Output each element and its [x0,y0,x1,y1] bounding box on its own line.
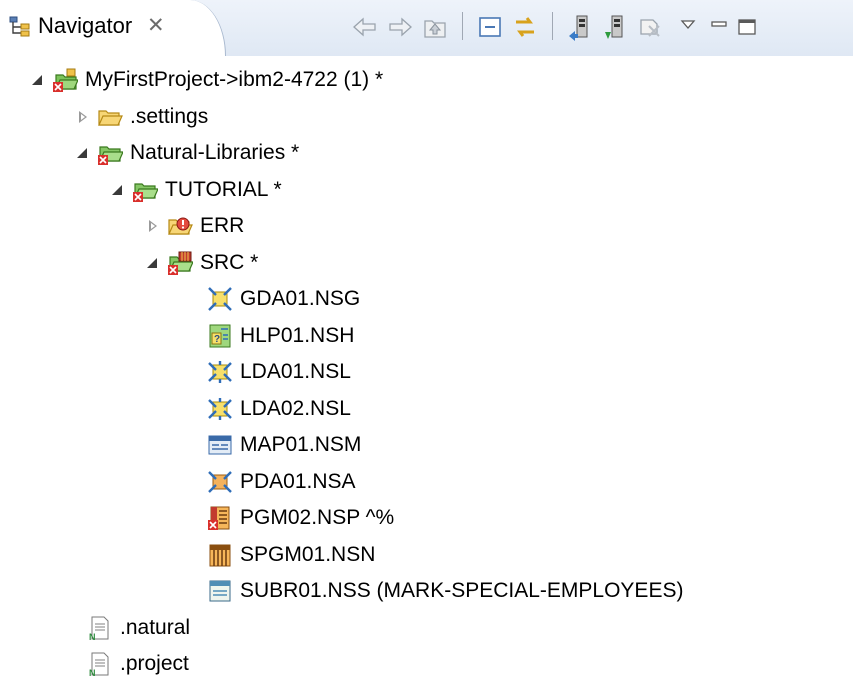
error-folder-icon [167,213,193,239]
toolbar-separator [462,12,463,40]
toolbar-separator [552,12,553,40]
view-title: Navigator [38,13,133,38]
view-menu-icon[interactable] [675,12,705,42]
parameter-data-area-icon [207,469,233,495]
collapse-all-icon[interactable] [475,12,505,42]
tree-item-label: TUTORIAL * [165,177,282,201]
tree-item-label: .project [120,652,189,675]
minimize-icon[interactable] [705,12,735,42]
collapse-toggle-icon[interactable] [75,145,91,161]
tab-navigator[interactable]: Navigator ✕ [0,0,226,56]
tree-item-label: ERR [200,214,245,237]
subroutine-icon [207,578,233,604]
natural-file-icon: N [87,651,113,678]
project-icon [52,67,79,93]
tree-item-label: PGM02.NSP ^% [240,506,395,529]
tree-item-label: SPGM01.NSN [240,542,376,566]
link-with-editor-icon[interactable] [510,12,540,42]
global-data-area-icon [207,286,233,312]
view-tabbar: Navigator ✕ [0,0,853,57]
tree-item-label: MyFirstProject->ibm2-4722 (1) * [85,68,384,91]
navigator-view-icon [8,14,32,38]
forward-icon[interactable] [385,12,415,42]
up-icon[interactable] [420,12,450,42]
expand-toggle-icon[interactable] [145,218,161,234]
collapse-toggle-icon[interactable] [30,72,46,88]
tree-item-label: Natural-Libraries * [130,141,300,164]
collapse-toggle-icon[interactable] [145,255,161,271]
tree-item-label: GDA01.NSG [240,287,361,310]
library-folder-icon [132,177,159,203]
natural-file-icon: N [87,615,113,642]
helproutine-icon: ? [207,323,233,349]
subprogram-icon [207,542,233,568]
tree-item-label: LDA02.NSL [240,396,351,420]
sync-icon[interactable] [635,12,665,42]
maximize-icon[interactable] [733,12,763,42]
svg-text:N: N [89,632,96,641]
folder-icon [97,104,123,130]
tree-item-label: PDA01.NSA [240,469,356,493]
navigator-tree: MyFirstProject->ibm2-4722 (1) * .settings… [0,56,853,696]
tree-item-label: LDA01.NSL [240,360,351,383]
tree-item-label: SRC * [200,250,259,274]
tree-item-label: HLP01.NSH [240,323,355,347]
tree-item-label: .settings [130,104,209,128]
close-icon[interactable]: ✕ [147,13,165,38]
expand-toggle-icon[interactable] [75,109,91,125]
download-icon[interactable] [600,12,630,42]
source-folder-icon [167,250,194,276]
program-icon [207,505,233,531]
local-data-area-icon [207,396,233,422]
tree-item-label: SUBR01.NSS (MARK-SPECIAL-EMPLOYEES) [240,579,684,602]
svg-text:N: N [89,668,96,677]
local-data-area-icon [207,359,233,385]
libraries-folder-icon [97,140,124,166]
upload-icon[interactable] [565,12,595,42]
collapse-toggle-icon[interactable] [110,182,126,198]
tree-item-label: MAP01.NSM [240,433,362,456]
back-icon[interactable] [350,12,380,42]
tree-item-label: .natural [120,615,191,639]
svg-text:?: ? [214,334,220,345]
map-icon [207,432,233,458]
